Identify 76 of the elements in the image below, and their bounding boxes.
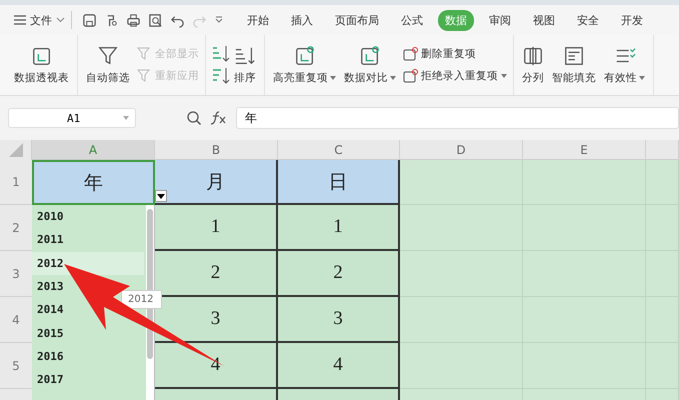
row-header[interactable]: 1 xyxy=(0,160,32,205)
table-cell xyxy=(646,160,679,205)
menu-tab[interactable]: 视图 xyxy=(526,10,562,30)
caret-icon xyxy=(501,74,507,78)
ribbon-button[interactable]: 高亮重复项 xyxy=(271,43,338,87)
ribbon-button[interactable]: 分列 xyxy=(520,43,546,87)
table-cell: 1 xyxy=(278,205,400,251)
sheet-icon xyxy=(359,45,381,67)
sheet-icon xyxy=(402,46,418,62)
sort-descending-icon[interactable] xyxy=(212,66,230,86)
ribbon-button[interactable]: 有效性 xyxy=(602,43,647,87)
table-cell: 2 xyxy=(155,251,278,297)
sheet-icon xyxy=(30,45,52,67)
row-header[interactable]: 5 xyxy=(0,343,32,389)
column-header[interactable]: B xyxy=(155,140,278,160)
row-header[interactable]: 4 xyxy=(0,297,32,343)
menu-tab[interactable]: 审阅 xyxy=(482,10,518,30)
name-box[interactable]: A1 xyxy=(8,108,136,128)
table-cell: 4 xyxy=(278,343,400,389)
sort-button[interactable]: 排序 xyxy=(232,43,258,87)
list-option[interactable]: 2012 xyxy=(32,252,144,275)
caret-icon xyxy=(390,76,396,80)
table-cell: 月 xyxy=(155,160,278,205)
table-cell: 2 xyxy=(278,251,400,297)
table-cell: 年 xyxy=(32,160,155,205)
print-icon[interactable] xyxy=(126,12,141,28)
ribbon-button[interactable]: 数据透视表 xyxy=(12,43,71,87)
menu-tab[interactable]: 开始 xyxy=(240,10,276,30)
list-option[interactable]: 2010 xyxy=(32,205,144,228)
zoom-icon[interactable] xyxy=(186,110,202,126)
menu-tab[interactable]: 公式 xyxy=(394,10,430,30)
menu-tab[interactable]: 页面布局 xyxy=(328,10,386,30)
ribbon-button[interactable]: 删除重复项 xyxy=(402,46,507,62)
filter-icon xyxy=(136,46,152,62)
menu-icon xyxy=(14,15,26,25)
row-header[interactable]: 2 xyxy=(0,205,32,251)
list-option[interactable]: 2015 xyxy=(32,321,144,345)
ribbon-button[interactable]: 自动筛选 xyxy=(84,43,132,87)
menu-tab[interactable]: 插入 xyxy=(284,10,320,30)
table-cell: 1 xyxy=(155,205,278,251)
tooltip: 2012 xyxy=(121,290,162,309)
sheet-icon xyxy=(402,68,418,84)
caret-icon[interactable] xyxy=(214,15,224,25)
table-cell: 3 xyxy=(155,297,278,343)
filter-icon xyxy=(97,45,119,67)
caret-icon xyxy=(330,76,336,80)
caret-icon xyxy=(56,17,65,23)
caret-icon xyxy=(123,116,129,120)
column-header[interactable]: E xyxy=(523,140,646,160)
column-header[interactable]: C xyxy=(278,140,400,160)
save-icon[interactable] xyxy=(82,12,97,28)
function-icon[interactable] xyxy=(210,110,228,126)
row-header[interactable]: 3 xyxy=(0,251,32,297)
list-option[interactable]: 2016 xyxy=(32,344,144,368)
sort-ascending-icon[interactable] xyxy=(212,44,230,64)
ribbon-button[interactable]: 拒绝录入重复项 xyxy=(402,68,507,84)
sort-icon xyxy=(234,45,256,67)
columns-icon xyxy=(522,45,544,67)
ribbon-button[interactable]: 智能填充 xyxy=(550,43,598,87)
sheet-icon xyxy=(294,45,316,67)
caret-icon xyxy=(639,76,645,80)
list-option[interactable]: 2011 xyxy=(32,228,144,252)
print-preview-icon[interactable] xyxy=(148,12,163,28)
file-menu[interactable]: 文件 xyxy=(0,11,72,29)
menu-tab[interactable]: 安全 xyxy=(570,10,606,30)
caret-icon xyxy=(157,194,165,198)
list-option[interactable]: 2017 xyxy=(32,368,144,392)
table-icon xyxy=(563,45,585,67)
ribbon-button[interactable]: 数据对比 xyxy=(342,43,398,87)
table-cell: 日 xyxy=(278,160,400,205)
dropdown-button[interactable] xyxy=(155,190,167,202)
filter-icon xyxy=(136,68,152,84)
formula-field[interactable]: 年 xyxy=(236,107,679,129)
menu-tab[interactable]: 开发 xyxy=(614,10,650,30)
table-cell: 3 xyxy=(278,297,400,343)
column-header[interactable]: D xyxy=(400,140,523,160)
